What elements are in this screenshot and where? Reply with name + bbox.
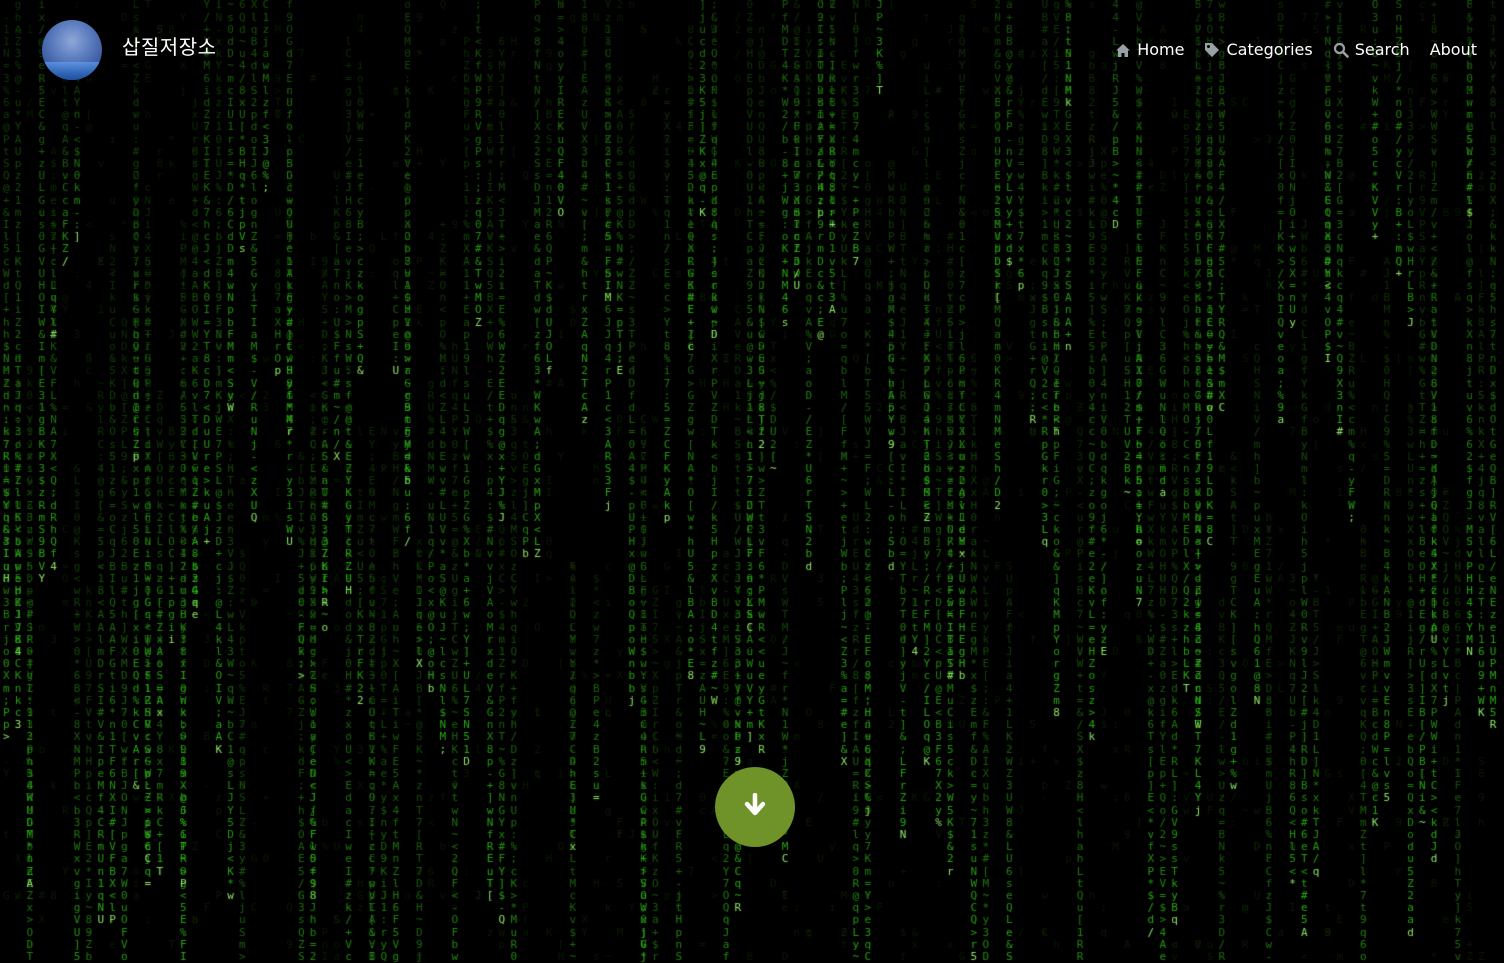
nav-search[interactable]: Search [1333,39,1410,61]
nav-categories-label: Categories [1226,40,1313,59]
site-title[interactable]: 삽질저장소 [122,34,217,60]
arrow-down-icon [744,792,766,821]
tag-icon [1204,42,1220,58]
nav-home-label: Home [1137,40,1185,59]
scroll-down-button[interactable] [715,767,795,847]
nav-home[interactable]: Home [1115,39,1184,61]
site-header: 삽질저장소 Home Categories Search About [0,0,1504,100]
nav-about[interactable]: About [1430,39,1477,61]
site-avatar[interactable] [42,20,102,80]
nav-search-label: Search [1354,40,1410,59]
search-icon [1333,42,1349,58]
nav-categories[interactable]: Categories [1204,39,1313,61]
nav-about-label: About [1429,40,1477,59]
main-nav: Home Categories Search About [1115,39,1477,61]
home-icon [1115,42,1131,58]
